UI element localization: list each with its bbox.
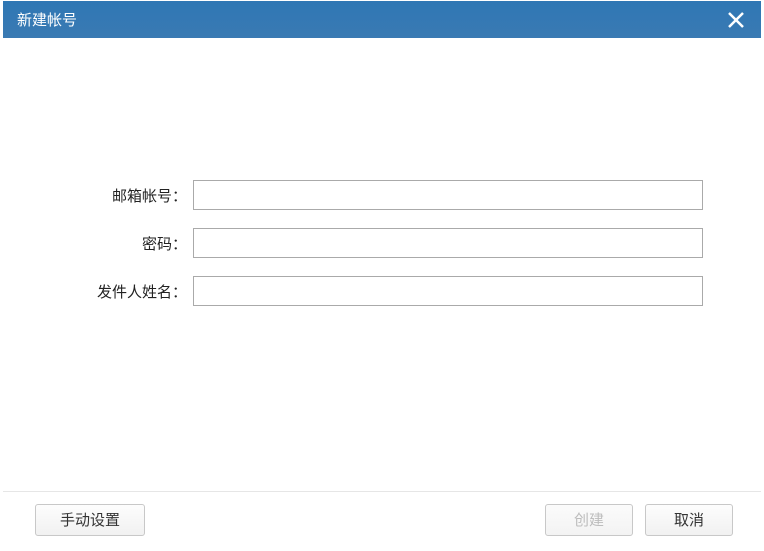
form-row-sender: 发件人姓名： [3, 276, 761, 306]
sender-name-label: 发件人姓名： [3, 281, 193, 302]
password-label: 密码： [3, 233, 193, 254]
cancel-button[interactable]: 取消 [645, 504, 733, 536]
footer-right-group: 创建 取消 [545, 504, 733, 536]
password-field[interactable] [193, 228, 703, 258]
dialog-header: 新建帐号 [3, 1, 761, 38]
manual-setup-button[interactable]: 手动设置 [35, 504, 145, 536]
dialog-title: 新建帐号 [17, 9, 77, 30]
form-row-email: 邮箱帐号： [3, 180, 761, 210]
email-label: 邮箱帐号： [3, 185, 193, 206]
email-field[interactable] [193, 180, 703, 210]
close-icon[interactable] [725, 9, 747, 31]
form-row-password: 密码： [3, 228, 761, 258]
dialog-footer: 手动设置 创建 取消 [3, 491, 761, 547]
create-button[interactable]: 创建 [545, 504, 633, 536]
new-account-dialog: 新建帐号 邮箱帐号： 密码： 发件人姓名： 手动设置 创建 取消 [2, 0, 762, 548]
dialog-body: 邮箱帐号： 密码： 发件人姓名： [3, 38, 761, 491]
sender-name-field[interactable] [193, 276, 703, 306]
